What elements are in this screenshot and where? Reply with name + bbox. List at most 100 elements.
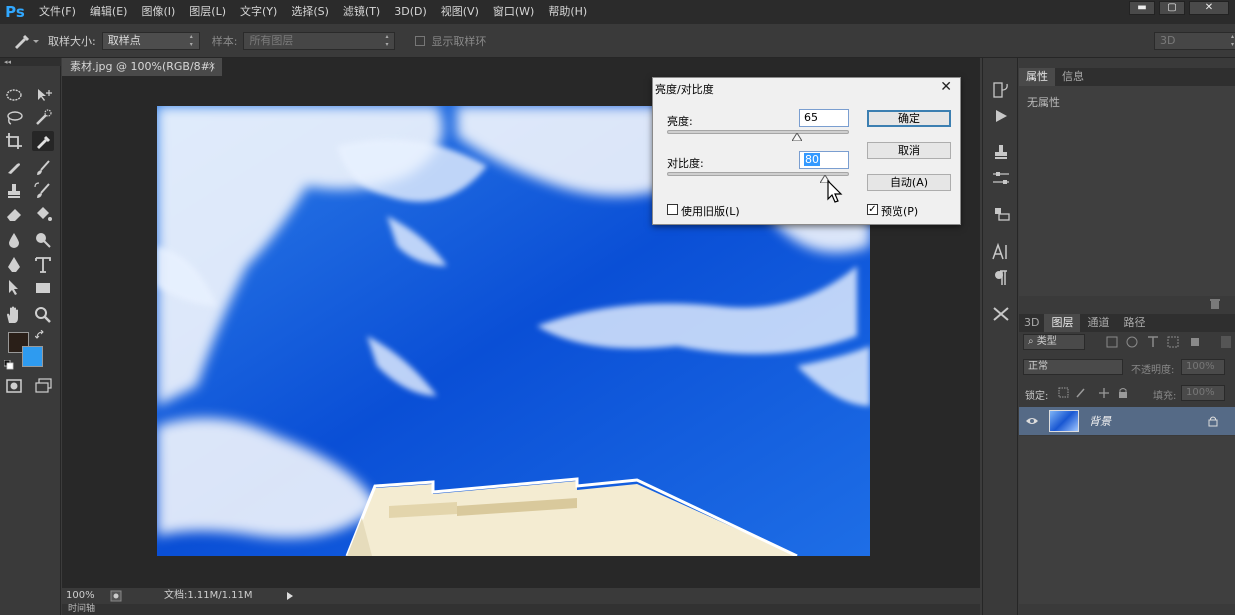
dodge-icon[interactable] [32,230,54,250]
eyedropper-tool[interactable] [32,131,54,151]
menu-bar: Ps 文件(F) 编辑(E) 图像(I) 图层(L) 文字(Y) 选择(S) 滤镜(T) 3D… [0,0,1235,24]
status-info-icon[interactable] [110,590,122,602]
sample-size-label: 取样大小: [48,34,96,48]
spot-healing-icon[interactable] [3,158,25,178]
clone-stamp-icon[interactable] [3,181,25,201]
pen-icon[interactable] [3,255,25,275]
opacity-input[interactable]: 100% [1181,359,1225,375]
dialog-close-icon[interactable]: ✕ [940,79,952,95]
toolbar-collapse-handle[interactable]: ◂◂ [0,58,61,66]
paragraph-icon[interactable] [990,268,1012,288]
history-icon[interactable] [990,80,1012,100]
menu-item[interactable]: 滤镜(T) [336,0,387,24]
layer-comps-icon[interactable] [990,204,1012,224]
lock-options-icons[interactable] [1057,386,1129,400]
maximize-button[interactable]: ▢ [1159,1,1185,15]
tab-info[interactable]: 信息 [1055,68,1091,86]
close-window-button[interactable]: ✕ [1189,1,1229,15]
close-document-icon[interactable]: × [208,58,216,76]
hand-icon[interactable] [3,305,25,325]
brightness-slider-track[interactable] [667,130,849,134]
eyedropper-icon[interactable] [6,31,40,51]
eraser-icon[interactable] [3,204,25,224]
tab-paths[interactable]: 路径 [1116,314,1152,332]
use-legacy-checkbox[interactable] [667,204,678,215]
swap-colors-icon[interactable] [35,330,45,340]
move-tool-icon[interactable] [32,85,54,105]
background-color-swatch[interactable] [22,346,43,367]
blur-icon[interactable] [3,230,25,250]
contrast-label: 对比度: [667,157,704,170]
right-panels: 属性 信息 无属性 3D 图层 通道 路径 ⌕ 类型 正常 不透明度: 100%… [1019,58,1235,615]
minimize-button[interactable]: ▬ [1129,1,1155,15]
cancel-button[interactable]: 取消 [867,142,951,159]
blend-mode-select[interactable]: 正常 [1023,359,1123,375]
brightness-slider-handle[interactable] [792,133,803,141]
menu-item[interactable]: 文件(F) [32,0,83,24]
rectangle-icon[interactable] [32,278,54,298]
elliptical-marquee-icon[interactable] [3,85,25,105]
paint-bucket-icon[interactable] [32,204,54,224]
adjustments-sliders-icon[interactable] [990,168,1012,188]
actions-play-icon[interactable] [990,106,1012,126]
eye-icon[interactable] [1025,415,1039,427]
clone-source-icon[interactable] [990,142,1012,162]
type-icon[interactable] [32,255,54,275]
screen-mode-icon[interactable] [32,376,54,396]
layer-row-background[interactable]: 背景 [1019,407,1235,435]
contrast-value-selected: 80 [804,153,820,166]
crop-icon[interactable] [3,131,25,151]
history-brush-icon[interactable] [32,181,54,201]
tab-layers[interactable]: 图层 [1044,314,1081,332]
menu-item[interactable]: 编辑(E) [83,0,135,24]
tools-presets-icon[interactable] [990,304,1012,324]
show-ring-label: 显示取样环 [431,34,487,48]
no-properties-text: 无属性 [1027,96,1060,109]
timeline-panel-tab[interactable]: 时间轴 [62,604,980,615]
tab-properties[interactable]: 属性 [1019,68,1055,86]
brush-icon[interactable] [32,158,54,178]
lasso-icon[interactable] [3,108,25,128]
status-bar: 100% 文档:1.11M/1.11M [62,588,980,604]
tab-channels[interactable]: 通道 [1080,314,1116,332]
sample-size-select[interactable]: 取样点 [101,31,200,50]
dialog-title: 亮度/对比度 [655,83,714,96]
document-size: 文档:1.11M/1.11M [164,590,253,601]
status-menu-arrow-icon[interactable] [286,592,294,600]
character-panel-icon[interactable] [990,242,1012,262]
preview-checkbox[interactable]: ✓ [867,204,878,215]
brightness-label: 亮度: [667,115,693,128]
menu-item[interactable]: 文字(Y) [233,0,284,24]
quick-selection-icon[interactable] [32,108,54,128]
filter-search-icon: ⌕ [1028,336,1037,347]
show-ring-checkbox[interactable] [415,35,426,46]
fill-label: 填充: [1153,391,1177,402]
ok-button[interactable]: 确定 [867,110,951,127]
sample-label: 样本: [211,34,238,48]
fill-input[interactable]: 100% [1181,385,1225,401]
menu-item[interactable]: 帮助(H) [541,0,594,24]
auto-button[interactable]: 自动(A) [867,174,951,191]
sample-select[interactable]: 所有图层 [243,31,396,50]
brightness-input[interactable]: 65 [799,109,849,127]
lock-label: 锁定: [1025,391,1049,402]
trash-icon[interactable] [1209,298,1221,310]
zoom-icon[interactable] [32,305,54,325]
menu-item[interactable]: 图层(L) [182,0,233,24]
menu-item[interactable]: 3D(D) [387,0,434,24]
contrast-input[interactable]: 80 [799,151,849,169]
menu-item[interactable]: 视图(V) [434,0,486,24]
default-colors-icon[interactable] [4,360,14,370]
quick-mask-icon[interactable] [3,376,25,396]
layer-filter-icons[interactable] [1105,335,1235,349]
document-tab[interactable]: 素材.jpg @ 100%(RGB/8#) × [62,58,222,76]
layer-filter-select[interactable]: ⌕ 类型 [1023,334,1085,350]
menu-item[interactable]: 图像(I) [134,0,182,24]
options-bar: 取样大小: 取样点 样本: 所有图层 显示取样环 3D [0,24,1235,58]
workspace-select[interactable]: 3D [1154,31,1235,50]
tab-3d[interactable]: 3D [1019,314,1044,332]
menu-item[interactable]: 窗口(W) [486,0,541,24]
path-selection-icon[interactable] [3,278,25,298]
zoom-level[interactable]: 100% [66,588,95,604]
menu-item[interactable]: 选择(S) [284,0,336,24]
